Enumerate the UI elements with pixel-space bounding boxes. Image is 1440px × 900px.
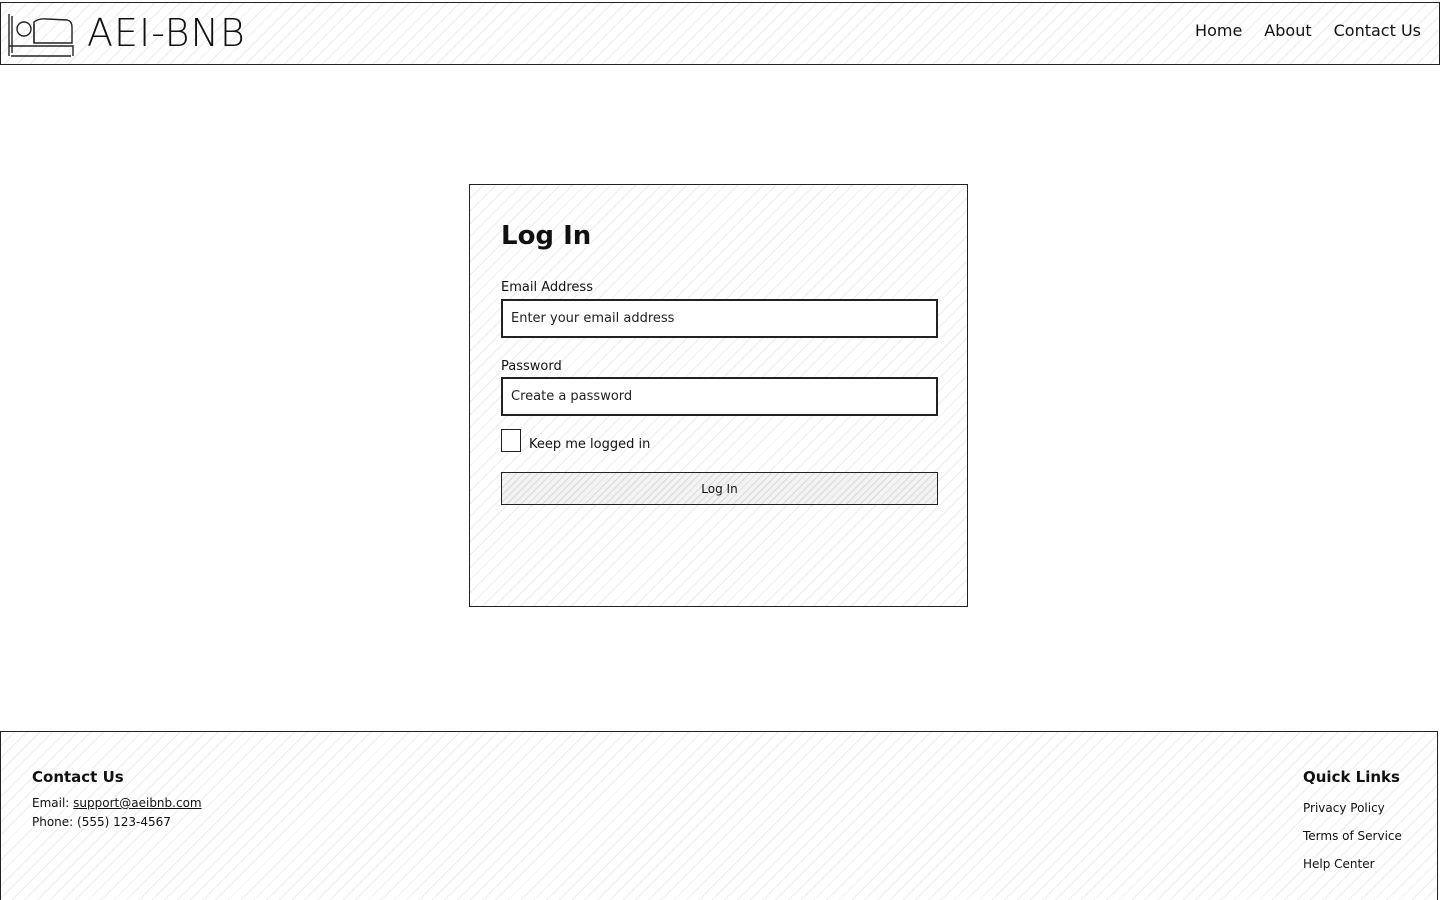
site-footer: Contact Us Email: support@aeibnb.com Pho… — [0, 731, 1438, 900]
footer-phone: Phone: (555) 123-4567 — [32, 815, 171, 829]
privacy-policy-link[interactable]: Privacy Policy — [1303, 794, 1402, 822]
keep-logged-in-checkbox[interactable] — [501, 429, 521, 452]
password-label: Password — [501, 359, 562, 374]
keep-logged-in-label: Keep me logged in — [529, 437, 651, 452]
footer-quick-links: Quick Links Privacy Policy Terms of Serv… — [1303, 768, 1402, 878]
site-header: AEI-BNB Home About Contact Us — [0, 2, 1440, 65]
password-input[interactable] — [501, 377, 938, 416]
help-center-link[interactable]: Help Center — [1303, 850, 1402, 878]
main-nav: Home About Contact Us — [1195, 21, 1421, 40]
footer-contact-heading: Contact Us — [32, 768, 124, 786]
nav-home-link[interactable]: Home — [1195, 21, 1242, 40]
footer-quick-links-heading: Quick Links — [1303, 768, 1400, 786]
nav-contact-link[interactable]: Contact Us — [1334, 21, 1421, 40]
terms-of-service-link[interactable]: Terms of Service — [1303, 822, 1402, 850]
email-input[interactable] — [501, 299, 938, 338]
footer-contact-section: Contact Us Email: support@aeibnb.com Pho… — [32, 768, 202, 832]
login-button[interactable]: Log In — [501, 472, 938, 505]
footer-email-line: Email: support@aeibnb.com — [32, 794, 202, 813]
footer-email-prefix: Email: — [32, 796, 70, 810]
nav-about-link[interactable]: About — [1264, 21, 1311, 40]
email-label: Email Address — [501, 280, 593, 295]
login-card: Log In Email Address Password Keep me lo… — [469, 184, 968, 607]
brand-name: AEI-BNB — [87, 11, 246, 55]
brand[interactable]: AEI-BNB — [7, 11, 246, 58]
support-email-link[interactable]: support@aeibnb.com — [73, 796, 201, 810]
bed-icon — [8, 14, 74, 57]
login-title: Log In — [501, 221, 592, 251]
